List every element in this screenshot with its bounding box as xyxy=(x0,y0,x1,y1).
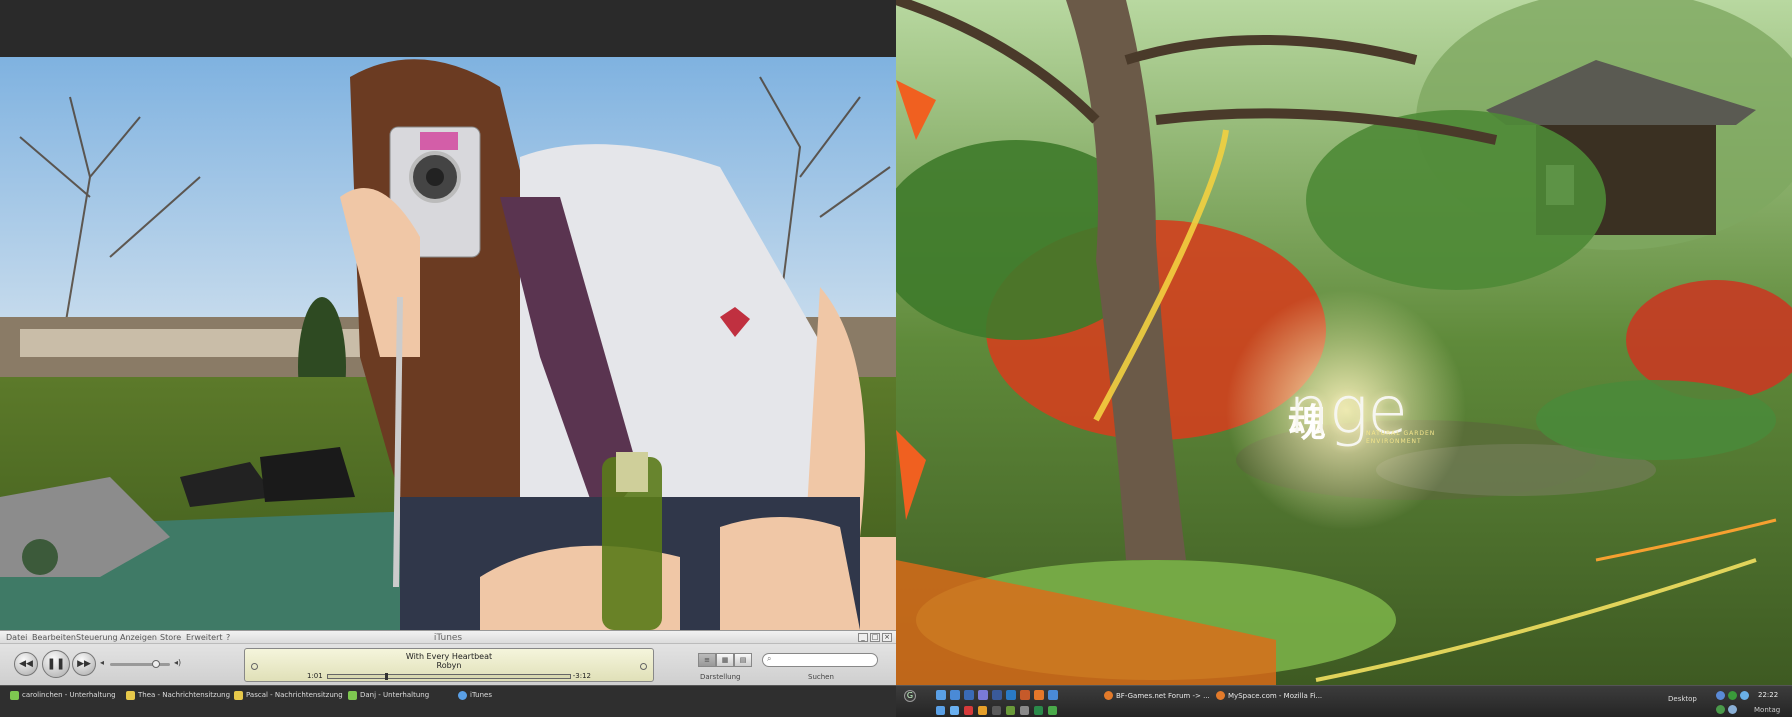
now-playing-display: With Every Heartbeat Robyn 1:01 -3:12 xyxy=(244,648,654,682)
quicklaunch-desktop-icon[interactable] xyxy=(936,690,946,700)
start-orb-icon[interactable]: G xyxy=(904,690,916,702)
tray-status-icon[interactable] xyxy=(1728,691,1737,700)
song-title: With Every Heartbeat xyxy=(405,652,493,661)
close-button[interactable]: × xyxy=(882,633,892,642)
clock-time[interactable]: 22:22 xyxy=(1758,691,1778,699)
nge-subtitle-line1: NATURAL GARDEN xyxy=(1366,430,1436,437)
nge-subtitle-line2: ENVIRONMENT xyxy=(1366,438,1422,445)
quicklaunch-row2-icon-9[interactable] xyxy=(1048,706,1057,715)
wallpaper-japanese-garden xyxy=(896,0,1792,685)
taskbar-item-pascal[interactable]: Pascal - Nachrichtensitzung xyxy=(234,689,343,701)
maximize-button[interactable]: □ xyxy=(870,633,880,642)
view-list-button[interactable]: ≡ xyxy=(698,653,716,667)
remaining-time: -3:12 xyxy=(572,672,591,680)
quicklaunch-row2-icon-5[interactable] xyxy=(992,706,1001,715)
task-label: MySpace.com - Mozilla Fi... xyxy=(1228,691,1323,700)
quicklaunch-row2-icon-1[interactable] xyxy=(936,706,945,715)
taskbar-item-label: Thea - Nachrichtensitzung xyxy=(138,691,231,699)
volume-knob[interactable] xyxy=(151,660,160,668)
dual-screen-desktop: Datei Bearbeiten Steuerung Anzeigen Stor… xyxy=(0,0,1792,717)
taskbar-item-danj[interactable]: Danj - Unterhaltung xyxy=(348,689,429,701)
itunes-mini-player: Datei Bearbeiten Steuerung Anzeigen Stor… xyxy=(0,630,896,685)
previous-track-button[interactable]: ◀◀ xyxy=(14,652,38,676)
volume-slider[interactable] xyxy=(110,660,170,668)
window-buttons: _ □ × xyxy=(858,633,892,642)
playback-progress-bar[interactable] xyxy=(327,673,571,680)
fast-forward-icon: ▶▶ xyxy=(77,659,91,669)
taskbar-item-label: iTunes xyxy=(470,691,492,699)
taskbar-item-label: carolinchen - Unterhaltung xyxy=(22,691,116,699)
firefox-icon xyxy=(1104,691,1113,700)
volume-min-icon: ◂ xyxy=(100,658,105,667)
search-icon: ⌕ xyxy=(767,654,772,663)
task-label: BF-Games.net Forum -> ... xyxy=(1116,691,1210,700)
quicklaunch-row2-icon-4[interactable] xyxy=(978,706,987,715)
wallpaper-photo-left xyxy=(0,57,896,630)
volume-max-icon: ◂) xyxy=(174,658,182,667)
chat-icon xyxy=(348,690,357,700)
quicklaunch-media-icon[interactable] xyxy=(964,690,974,700)
chat-icon xyxy=(126,690,135,700)
itunes-icon xyxy=(458,690,467,700)
right-monitor: 魂 nge NATURAL GARDEN ENVIRONMENT G BF-Ga… xyxy=(896,0,1792,717)
elapsed-time: 1:01 xyxy=(307,672,323,680)
tray-messenger-icon[interactable] xyxy=(1740,691,1749,700)
left-monitor: Datei Bearbeiten Steuerung Anzeigen Stor… xyxy=(0,0,896,717)
quicklaunch-firefox-icon[interactable] xyxy=(1020,690,1030,700)
tray-user-icon[interactable] xyxy=(1716,705,1725,714)
lcd-right-toggle-icon[interactable] xyxy=(640,663,647,670)
chat-icon xyxy=(10,690,19,700)
quicklaunch-firefox2-icon[interactable] xyxy=(1034,690,1044,700)
itunes-window-title: iTunes xyxy=(433,633,463,643)
next-track-button[interactable]: ▶▶ xyxy=(72,652,96,676)
view-label: Darstellung xyxy=(700,673,741,681)
pause-icon: ❚❚ xyxy=(46,657,66,670)
tray-network-icon[interactable] xyxy=(1716,691,1725,700)
quicklaunch-row2-icon-2[interactable] xyxy=(950,706,959,715)
minimize-button[interactable]: _ xyxy=(858,633,868,642)
taskbar-left: carolinchen - Unterhaltung Thea - Nachri… xyxy=(0,685,896,717)
task-myspace-firefox[interactable]: MySpace.com - Mozilla Fi... xyxy=(1216,689,1322,702)
desktop-toolbar-label[interactable]: Desktop xyxy=(1668,695,1697,703)
quicklaunch-globe-icon[interactable] xyxy=(1048,690,1058,700)
taskbar-item-thea[interactable]: Thea - Nachrichtensitzung xyxy=(126,689,230,701)
quicklaunch-explorer-icon[interactable] xyxy=(950,690,960,700)
view-switcher: ≡ ▦ ▤ xyxy=(698,653,752,667)
quicklaunch-row2-icon-3[interactable] xyxy=(964,706,973,715)
rewind-icon: ◀◀ xyxy=(19,659,33,669)
pause-button[interactable]: ❚❚ xyxy=(42,650,70,678)
quicklaunch-row2-icon-7[interactable] xyxy=(1020,706,1029,715)
tray-volume-icon[interactable] xyxy=(1728,705,1737,714)
taskbar-item-label: Pascal - Nachrichtensitzung xyxy=(246,691,343,699)
quicklaunch-chat-icon[interactable] xyxy=(1006,690,1016,700)
artist-name: Robyn xyxy=(436,661,462,670)
quicklaunch-row2-icon-8[interactable] xyxy=(1034,706,1043,715)
quicklaunch-app-icon[interactable] xyxy=(978,690,988,700)
chat-icon xyxy=(234,690,243,700)
taskbar-item-carolinchen[interactable]: carolinchen - Unterhaltung xyxy=(10,689,116,701)
view-coverflow-button[interactable]: ▤ xyxy=(734,653,752,667)
photo-girl-with-camera xyxy=(0,57,896,630)
quicklaunch-star-icon[interactable] xyxy=(992,690,1002,700)
search-input[interactable]: ⌕ xyxy=(762,653,878,667)
taskbar-right: G BF-Games.net Forum -> ... MySpace.com … xyxy=(896,685,1792,717)
itunes-menubar: Datei Bearbeiten Steuerung Anzeigen Stor… xyxy=(0,631,896,644)
clock-day: Montag xyxy=(1754,706,1781,714)
quicklaunch-row2-icon-6[interactable] xyxy=(1006,706,1015,715)
playhead[interactable] xyxy=(385,673,389,680)
task-bf-games-forum[interactable]: BF-Games.net Forum -> ... xyxy=(1104,689,1210,702)
search-label: Suchen xyxy=(808,673,834,681)
taskbar-item-label: Danj - Unterhaltung xyxy=(360,691,430,699)
taskbar-item-itunes[interactable]: iTunes xyxy=(458,689,492,701)
view-grid-button[interactable]: ▦ xyxy=(716,653,734,667)
firefox-icon xyxy=(1216,691,1225,700)
